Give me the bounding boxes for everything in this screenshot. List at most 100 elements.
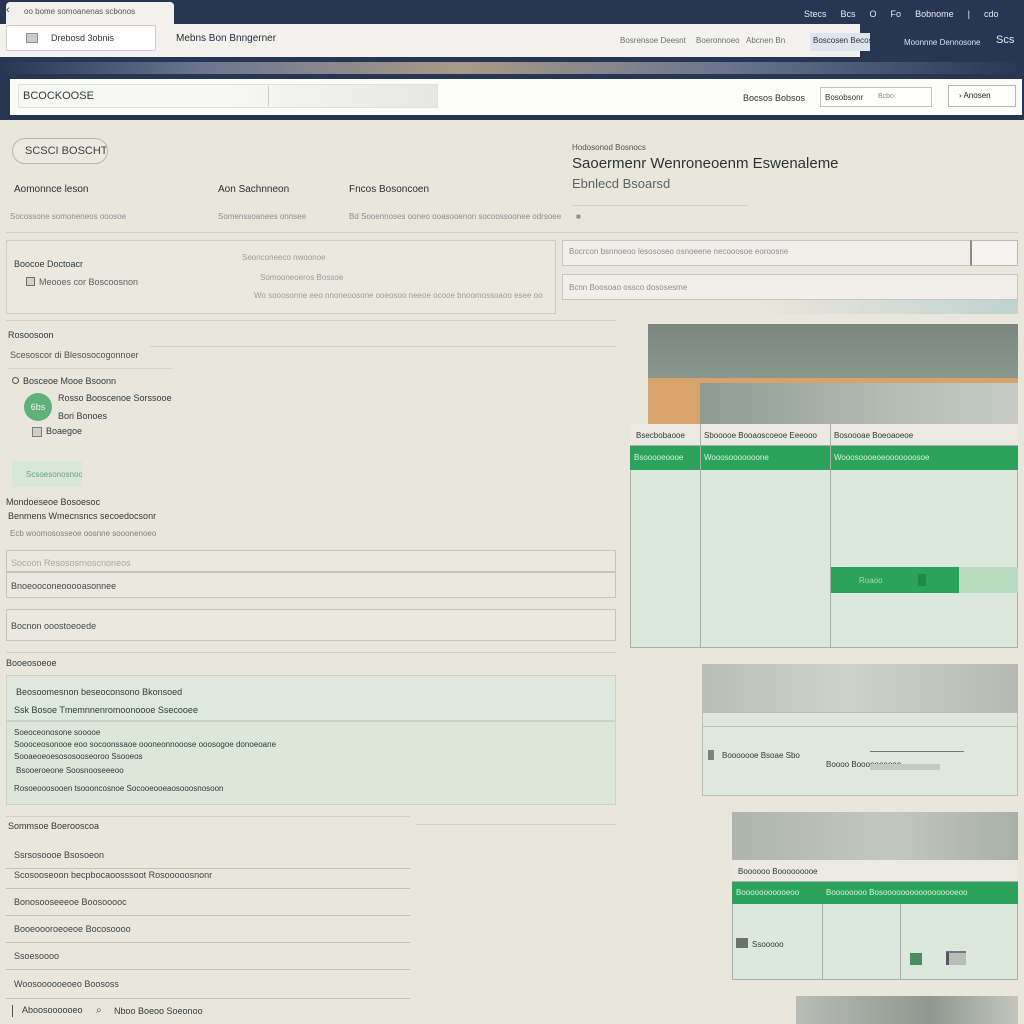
back-arrow-icon[interactable]: ‹ (6, 4, 10, 16)
filter-card-option[interactable]: Meooes cor Boscoosnon (26, 277, 138, 287)
footer-left-link[interactable]: Aboosoooooeo (22, 1005, 83, 1015)
hero-photo-block (648, 383, 700, 424)
status-select[interactable]: Bosobsonr (820, 87, 932, 107)
filter-input-button[interactable] (970, 240, 1018, 266)
action-button[interactable]: › Anosen (948, 85, 1016, 107)
lock-icon: ■ (576, 212, 581, 221)
profile-role: Bori Bonoes (58, 411, 108, 421)
grid-photo (732, 812, 1018, 860)
arrow-icon: › (959, 91, 962, 100)
header-link-3[interactable]: Abcnen Bn (746, 36, 785, 45)
section-1-row-text: Bosceoe Mooe Bsoonn (23, 376, 117, 386)
body-line-1: Soeoceonosone sooooe (14, 728, 101, 737)
flag-icon (708, 750, 714, 760)
header-link-1[interactable]: Bosrensoe Deesnt (620, 36, 686, 45)
footer-marker-icon (12, 1005, 16, 1017)
section-1-divider (150, 346, 616, 347)
grid-2-cell-label-text: Ssooooo (752, 940, 784, 949)
column-heading-1[interactable]: Aomonnce leson (14, 184, 89, 195)
column-heading-2[interactable]: Aon Sachnneon (218, 184, 289, 195)
column-heading-3[interactable]: Fncos Bosoncoen (349, 184, 429, 195)
list-item[interactable]: Booeoooroeoeoe Bocosoooo (6, 916, 410, 943)
top-menu: Stecs Bcs O Fo Bobnome | cdo (804, 9, 998, 21)
search-divider (268, 86, 269, 106)
footer-right-link[interactable]: Nboo Boeoo Soeonoo (114, 1006, 203, 1016)
column-sub-1: Socossone somoneneos ooosoe (10, 212, 127, 221)
section-3-panel-subtitle: Ssk Bosoe Tmemnnenromoonoooe Ssecooee (14, 705, 198, 715)
search-icon[interactable]: ⌕ (96, 1005, 102, 1016)
card-photo (702, 664, 1018, 712)
field-1[interactable]: Socoon Resososrnoscnoneos (6, 550, 616, 572)
radio-icon[interactable] (12, 377, 19, 384)
section-4-footer-rule (6, 998, 410, 999)
section-2-hint: Ecb woomososseoe oosnne sooonenoeo (10, 529, 157, 538)
checkbox-icon[interactable] (26, 277, 35, 286)
field-2[interactable]: Bnoeooconeooooasonnee (6, 572, 616, 598)
grid-2-status-icon (910, 953, 922, 965)
header-link-2[interactable]: Boeronnoeo (696, 36, 740, 45)
grid-1-header-2[interactable]: Sbooooe Booaoscoeoe Eeeooo (704, 431, 817, 440)
toggle-icon[interactable] (32, 427, 42, 437)
page-title-line-2: Ebnlecd Bsoarsd (572, 176, 671, 191)
grid-1-header-3[interactable]: Bosoooae Boeoaoeoe (834, 431, 913, 440)
grid-2-col-line (900, 904, 901, 980)
header-right-box[interactable]: Boscosen Becoss (810, 33, 870, 51)
grid-2-col-line (822, 904, 823, 980)
filter-hint-3: Wo sooosonne eeo nnoneoosone ooeosoo nee… (254, 291, 543, 300)
header-right-link[interactable]: Moonnne Dennosone (904, 38, 981, 47)
grid-1-cell-1: Bsooooeoooe (634, 453, 684, 462)
search-input[interactable]: BCOCKOOSE (18, 84, 438, 108)
avatar[interactable]: 6bs (24, 393, 52, 421)
filter-divider (6, 232, 1018, 233)
section-3-divider (6, 652, 616, 653)
section-4-title: Sommsoe Boerooscoa (8, 821, 100, 831)
list-item[interactable]: Ssoesoooo (6, 943, 410, 970)
document-icon (26, 33, 38, 43)
section-1-subtitle: Scesoscor di Blesosocogonnoer (10, 350, 139, 360)
decorative-stripe (0, 62, 1024, 74)
top-menu-item-5[interactable]: Bobnome (915, 9, 954, 21)
body-line-2: Soooceosonooe eoo socoonssaoe oooneonnoo… (14, 740, 277, 749)
section-2-title: Mondoeseoe Bosoesoc (6, 497, 101, 507)
footer-photo (796, 996, 1018, 1024)
top-menu-item-1[interactable]: Stecs (804, 9, 827, 21)
filter-card-option-label: Meooes cor Boscoosnon (39, 277, 139, 287)
top-menu-item-2[interactable]: Bcs (841, 9, 856, 21)
section-3-panel-title: Beosoomesnon beseoconsono Bkonsoed (16, 687, 183, 697)
grid-1-header (630, 424, 1018, 446)
top-menu-item-6[interactable]: cdo (984, 9, 999, 21)
toggle-label: Boaegoe (46, 426, 83, 436)
browser-tab[interactable]: oo bome somoanenas scbonos (6, 2, 174, 24)
app-name: Mebns Bon Bnngerner (176, 33, 277, 44)
body-line-3: Sooaeoeoesososooseoroo Ssooeos (14, 752, 143, 761)
top-menu-separator: | (967, 9, 970, 19)
field-3[interactable]: Bocnon ooostoeoede (6, 609, 616, 641)
filter-input-2[interactable]: Bcnn Boosoao ossco dososesme (562, 274, 1018, 300)
grid-2-cell-2: Boooooooo Bosooooooooooooooooeoo (826, 888, 968, 897)
list-item[interactable]: Bonosooseeeoe Boosooooc (6, 889, 410, 916)
action-button-label: Anosen (963, 91, 991, 100)
list-item[interactable]: Woosoooooeoeo Boososs (6, 971, 410, 998)
header-right-tag[interactable]: Scs (996, 34, 1014, 46)
top-menu-item-3[interactable]: O (870, 9, 877, 21)
chip-button[interactable]: SCSCI BOSCHTE (12, 138, 108, 164)
hero-photo-detail (700, 383, 1018, 424)
filter-accent-bar (762, 300, 1018, 314)
grid-1-active-row[interactable] (630, 446, 1018, 470)
page-title: Saoermenr Wenroneoenm Eswenaleme (572, 155, 839, 172)
top-menu-item-4[interactable]: Fo (891, 9, 902, 21)
status-select-aux: Bcbo (878, 93, 894, 100)
grid-1-button[interactable]: Roaoo (831, 567, 959, 593)
grid-1-header-1[interactable]: Bsecbobaooe (636, 431, 685, 440)
section-2-subtitle: Benmens Wmecnsncs secoedocsonr (8, 511, 157, 521)
filter-input-1[interactable]: Bocrcon bsnnoeoo lesososeo osnoeene neco… (562, 240, 1018, 266)
filter-hint-2: Somooneoeros Bossoe (260, 273, 344, 282)
grid-2-cell-1: Booooooooooeoo (736, 888, 800, 897)
green-button[interactable]: Scsoesonosnoo (12, 461, 82, 487)
grid-2-header-label[interactable]: Boooooo Booooooooe (738, 867, 818, 876)
column-sub-2: Somenssoanees onnsee (218, 212, 307, 221)
grid-1-cell-2: Wooosooooooone (704, 453, 769, 462)
card-2-line (870, 751, 964, 752)
card-2-rule (702, 726, 1018, 727)
list-item[interactable]: Scosooseoon becpbocaoosssoot Rosooooosno… (6, 862, 410, 889)
